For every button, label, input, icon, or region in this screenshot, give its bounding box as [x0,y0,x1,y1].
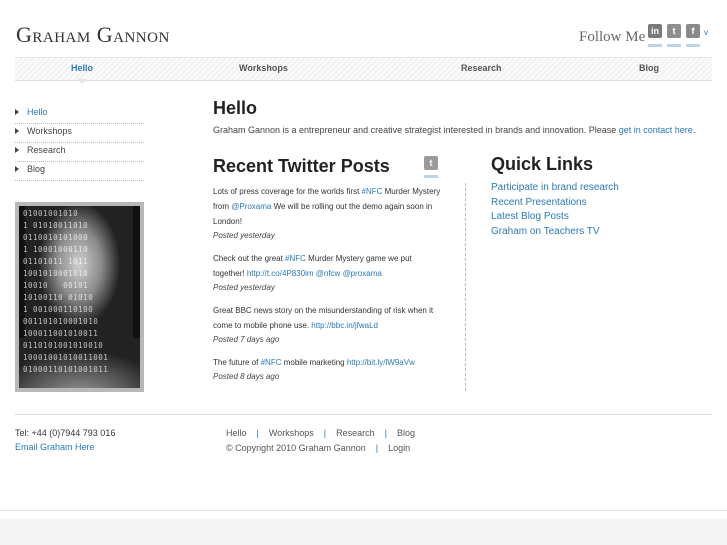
quick-links-title: Quick Links [491,154,594,174]
intro-end: . [692,125,696,135]
nav-item-workshops[interactable]: Workshops [239,63,288,73]
portrait-image: 01001001010 1 01010011010 0110010101000 … [15,202,144,392]
sidebar-item-research[interactable]: Research [15,143,144,162]
footer-separator: | [323,428,327,438]
quick-link-presentations[interactable]: Recent Presentations [491,196,619,211]
tweet-timestamp: Posted 7 days ago [213,335,280,344]
tweet-text: Lots of press coverage for the worlds fi… [213,184,443,229]
site-logo[interactable]: Graham Gannon [16,22,170,48]
quick-link-blog-posts[interactable]: Latest Blog Posts [491,210,619,225]
tweet-link[interactable]: @nfcw [316,269,341,278]
footer-separator: | [256,428,259,438]
footer-divider [15,414,712,415]
twitter-icon-reflection [667,44,681,47]
linkedin-icon-reflection [648,44,662,47]
footer-link-workshops[interactable]: Workshops [269,428,314,438]
tweet-item: The future of #NFC mobile marketing http… [213,355,443,384]
page-title: Hello [213,98,258,118]
triangle-right-icon [15,166,19,172]
nav-active-pointer [77,79,87,84]
triangle-right-icon [15,147,19,153]
sidebar-item-workshops[interactable]: Workshops [15,124,144,143]
tweet-link[interactable]: @proxama [343,269,382,278]
tweet-text: Great BBC news story on the misunderstan… [213,303,443,333]
main-nav: Hello Workshops Research Blog [15,57,712,81]
tweet-item: Check out the great #NFC Murder Mystery … [213,251,443,295]
sidebar-item-label: Hello [27,107,48,117]
tweet-text: The future of #NFC mobile marketing http… [213,355,443,370]
tweet-link[interactable]: http://t.co/4P830im [247,269,314,278]
tweet-timestamp: Posted yesterday [213,231,275,240]
triangle-right-icon [15,128,19,134]
contact-link[interactable]: get in contact here [619,125,693,135]
sidebar-item-blog[interactable]: Blog [15,162,144,181]
tweet-timestamp: Posted yesterday [213,283,275,292]
page-bottom-strip [0,519,727,545]
tweet-link[interactable]: #NFC [285,254,306,263]
column-divider [465,183,466,391]
binary-overlay: 01001001010 1 01010011010 0110010101000 … [23,209,109,374]
twitter-icon-reflection [424,175,438,178]
tweet-timestamp: Posted 8 days ago [213,372,280,381]
quick-link-brand-research[interactable]: Participate in brand research [491,181,619,196]
follow-me-label: Follow Me [579,29,646,45]
footer-email-link[interactable]: Email Graham Here [15,442,95,452]
page-container: Graham Gannon Follow Me in t f v Hello W… [0,0,727,511]
sidebar-item-hello[interactable]: Hello [15,105,144,124]
copyright-text: © Copyright 2010 Graham Gannon [226,443,366,453]
tweet-item: Lots of press coverage for the worlds fi… [213,184,443,243]
login-link[interactable]: Login [388,443,410,453]
intro-text: Graham Gannon is a entrepreneur and crea… [213,125,695,135]
linkedin-icon[interactable]: in [648,24,662,38]
triangle-right-icon [15,109,19,115]
sidebar-item-label: Research [27,145,66,155]
tweet-list: Lots of press coverage for the worlds fi… [213,184,443,392]
twitter-icon[interactable]: t [424,156,438,170]
footer-nav: Hello | Workshops | Research | Blog [226,428,415,438]
facebook-icon-reflection [686,44,700,47]
tweet-text-segment: Lots of press coverage for the worlds fi… [213,187,362,196]
nav-item-research[interactable]: Research [461,63,502,73]
tweet-text-segment: Check out the great [213,254,286,263]
tweet-link[interactable]: #NFC [362,187,383,196]
twitter-icon[interactable]: t [667,24,681,38]
footer-separator: | [384,428,387,438]
tweet-link[interactable]: http://bit.ly/lW9aVw [347,358,415,367]
tweet-link[interactable]: http://bbc.in/jfwaLd [311,321,378,330]
twitter-section-title: Recent Twitter Posts [213,156,390,176]
sidebar-item-label: Workshops [27,126,72,136]
nav-item-blog[interactable]: Blog [639,63,659,73]
footer-separator: | [375,443,379,453]
facebook-icon[interactable]: f [686,24,700,38]
footer-link-research[interactable]: Research [336,428,375,438]
nav-item-hello[interactable]: Hello [71,63,93,73]
tweet-link[interactable]: @Proxama [231,202,271,211]
quick-link-teachers-tv[interactable]: Graham on Teachers TV [491,225,619,240]
footer-copyright-row: © Copyright 2010 Graham Gannon | Login [226,443,410,453]
footer-phone: Tel: +44 (0)7944 793 016 [15,428,116,438]
footer-link-hello[interactable]: Hello [226,428,247,438]
tweet-text-segment: The future of [213,358,261,367]
quick-links-list: Participate in brand research Recent Pre… [491,181,619,239]
tweet-text: Check out the great #NFC Murder Mystery … [213,251,443,281]
intro-body: Graham Gannon is a entrepreneur and crea… [213,125,619,135]
tweet-text-segment: mobile marketing [281,358,347,367]
footer-link-blog[interactable]: Blog [397,428,415,438]
sidebar-item-label: Blog [27,164,46,174]
tweet-item: Great BBC news story on the misunderstan… [213,303,443,347]
tweet-link[interactable]: #NFC [261,358,282,367]
more-social-chevron-icon[interactable]: v [704,28,708,37]
